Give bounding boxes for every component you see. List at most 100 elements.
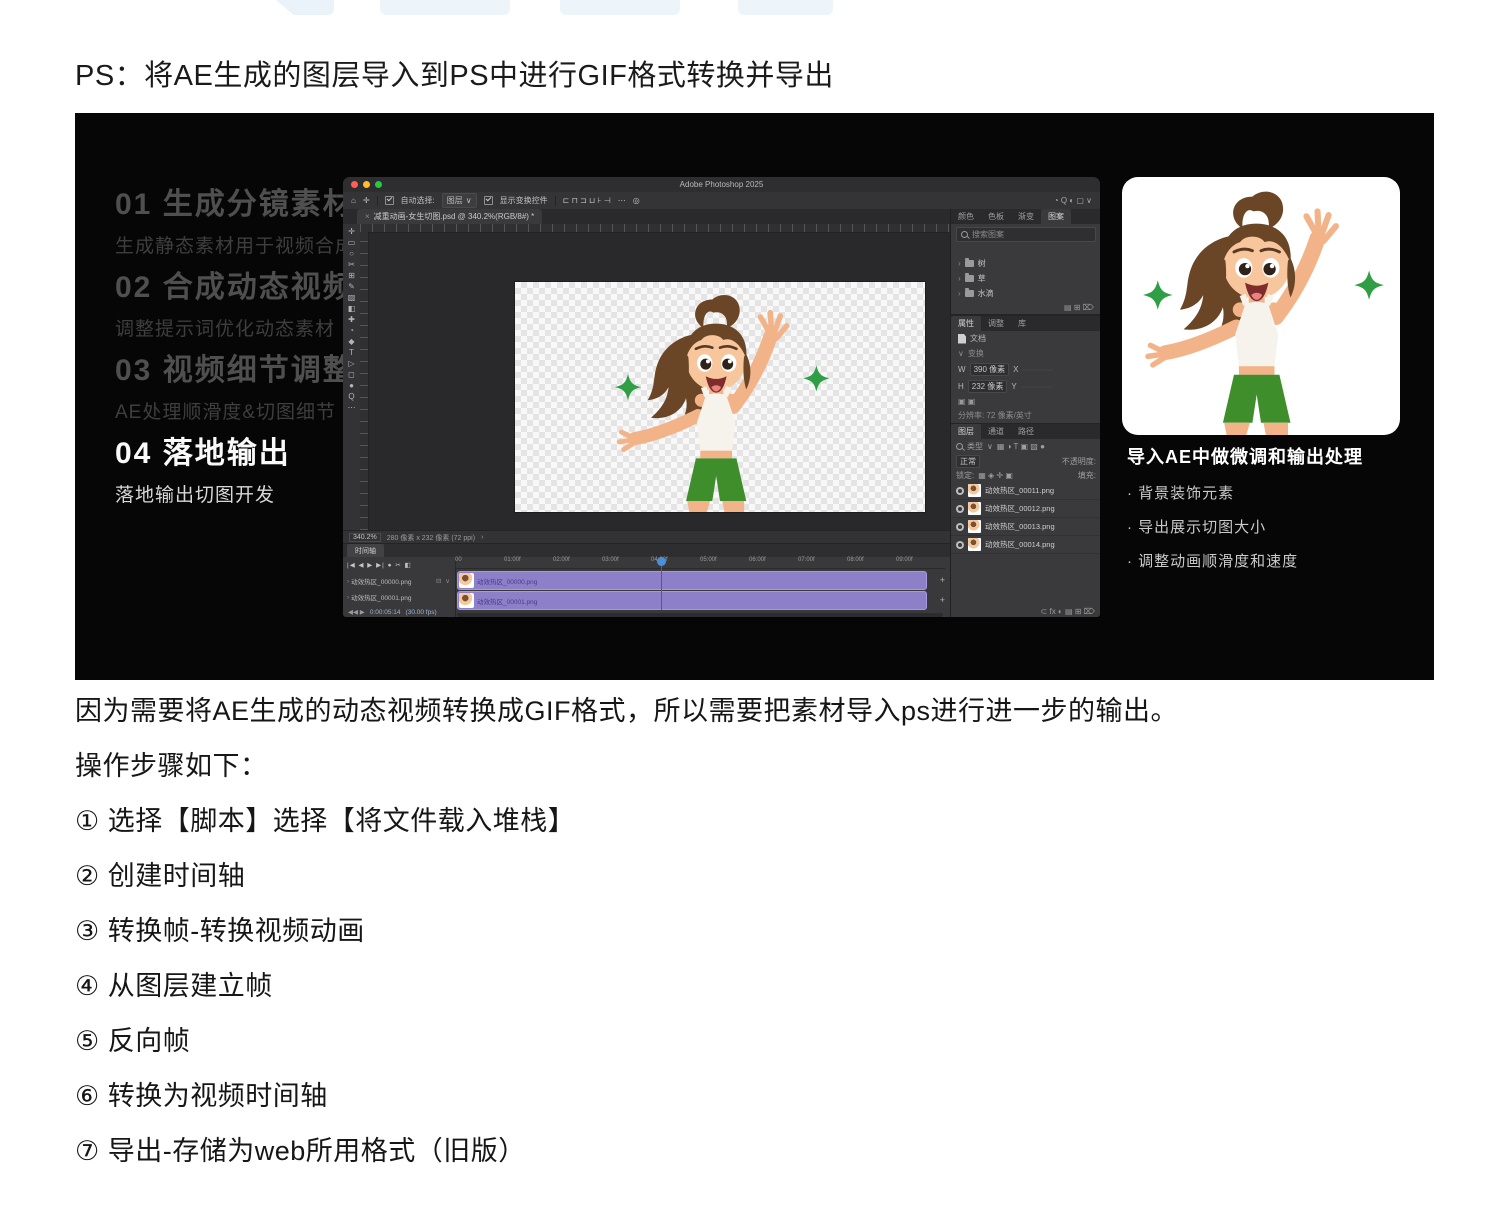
article-step: ⑥ 转换为视频时间轴 xyxy=(75,1077,1465,1116)
tool-icon[interactable]: ◧ xyxy=(348,304,356,314)
pattern-panel-footer-icons[interactable]: ▤ ⊞ ⌦ xyxy=(951,301,1100,315)
auto-select-checkbox[interactable] xyxy=(385,196,394,205)
tool-icon[interactable]: ◆ xyxy=(348,337,354,347)
transport-icons[interactable]: ◀◀ ▶ xyxy=(348,608,365,616)
window-titlebar[interactable]: Adobe Photoshop 2025 xyxy=(343,177,1100,193)
tab-color[interactable]: 颜色 xyxy=(951,209,981,224)
timecode: 0:00:05:14 xyxy=(370,609,401,616)
tool-icon[interactable]: ⋯ xyxy=(348,403,356,413)
chevron-down-icon: ∨ xyxy=(466,196,472,205)
tool-icon[interactable]: ○ xyxy=(349,249,354,259)
lock-icons[interactable]: ▦ ◈ ✛ ▣ xyxy=(978,471,1013,480)
visibility-eye-icon[interactable] xyxy=(956,487,964,495)
layer-row[interactable]: 动效热区_00013.png xyxy=(951,518,1100,536)
tool-icon[interactable]: ● xyxy=(349,381,354,391)
blend-mode-dropdown[interactable]: 正常 xyxy=(956,455,980,468)
playhead[interactable] xyxy=(661,557,662,610)
ruler-tick: 08:00f xyxy=(847,557,896,568)
track-options-icon[interactable] xyxy=(436,577,451,585)
tab-libraries[interactable]: 库 xyxy=(1011,316,1033,331)
visibility-eye-icon[interactable] xyxy=(956,541,964,549)
tool-icon[interactable]: ▭ xyxy=(348,238,356,248)
options-right-icons[interactable]: ◔ Q ◐ ▢ ∨ xyxy=(1054,196,1092,205)
move-tool-icon[interactable]: ✛ xyxy=(363,196,370,205)
properties-panel: 属性 调整 库 文档 ∨变换 W 390 像素 X H 232 像素 xyxy=(951,315,1100,423)
tool-icon[interactable]: ⊞ xyxy=(348,271,355,281)
pattern-group-row[interactable]: 草 xyxy=(951,271,1100,286)
tool-options-bar: ⌂ ✛ 自动选择: 图层∨ 显示变换控件 ⊏ ⊓ ⊐ ⊔ ⊦ ⊣ ⋯ ◎ ◔ Q… xyxy=(343,192,1100,210)
pattern-group-row[interactable]: 水滴 xyxy=(951,286,1100,301)
visibility-eye-icon[interactable] xyxy=(956,523,964,531)
tool-icon[interactable]: ◻ xyxy=(348,370,355,380)
auto-select-label: 自动选择: xyxy=(401,195,435,206)
cropped-toolbar-remnant xyxy=(560,0,680,15)
disclosure-icon[interactable] xyxy=(958,259,961,268)
ellipsis-icon[interactable]: ⋯ xyxy=(618,196,626,205)
document-tab[interactable]: × 减重动画-女生切图.psd @ 340.2%(RGB/8#) * xyxy=(357,209,542,224)
timeline-ruler[interactable]: 0001:00f02:00f03:00f04:00f05:00f06:00f07… xyxy=(455,557,945,569)
chevron-down-icon[interactable]: ∨ xyxy=(987,442,993,451)
tab-channels[interactable]: 通道 xyxy=(981,424,1011,439)
ruler-tick: 09:00f xyxy=(896,557,945,568)
close-tab-icon[interactable]: × xyxy=(365,212,370,221)
tool-icon[interactable]: T xyxy=(349,348,354,358)
timeline-clip[interactable]: 动效热区_00000.png xyxy=(457,571,927,590)
link-icon[interactable]: ▣ ▣ xyxy=(958,397,975,406)
layer-thumbnail xyxy=(968,502,981,515)
tab-paths[interactable]: 路径 xyxy=(1011,424,1041,439)
add-media-icon[interactable]: + xyxy=(940,595,945,605)
playback-controls[interactable]: |◀ ◀ ▶ ▶| ● ✂ ◧ xyxy=(343,557,455,573)
timeline-tab[interactable]: 时间轴 xyxy=(347,544,384,557)
tool-icon[interactable]: Q xyxy=(348,392,354,402)
tab-swatches[interactable]: 色板 xyxy=(981,209,1011,224)
tool-icon[interactable]: ▷ xyxy=(348,359,354,369)
step-subtitle: AE处理顺滑度&切图细节 xyxy=(115,397,355,424)
chevron-down-icon[interactable]: ∨ xyxy=(958,349,964,358)
layer-row[interactable]: 动效热区_00014.png xyxy=(951,536,1100,554)
home-icon[interactable]: ⌂ xyxy=(351,196,356,205)
zoom-level[interactable]: 340.2% xyxy=(349,533,381,542)
tab-adjustments[interactable]: 调整 xyxy=(981,316,1011,331)
doc-dimensions: 280 像素 x 232 像素 (72 ppi) xyxy=(387,533,475,543)
track-label-row[interactable]: 动效热区_00001.png xyxy=(343,589,455,605)
document-icon xyxy=(958,334,966,344)
width-value[interactable]: 390 像素 xyxy=(970,363,1010,376)
timeline-clip[interactable]: 动效热区_00001.png xyxy=(457,591,927,610)
layer-filter-icons[interactable]: ▦ ◑ T ▣ ▨ ● xyxy=(997,442,1045,451)
show-transform-checkbox[interactable] xyxy=(484,196,493,205)
timeline-scrollbar[interactable] xyxy=(457,613,943,617)
auto-select-dropdown[interactable]: 图层∨ xyxy=(442,193,477,208)
tool-icon[interactable]: ✚ xyxy=(348,315,355,325)
layer-row[interactable]: 动效热区_00011.png xyxy=(951,482,1100,500)
disclosure-icon[interactable] xyxy=(958,274,961,283)
tab-layers[interactable]: 图层 xyxy=(951,424,981,439)
pattern-group-row[interactable]: 树 xyxy=(951,256,1100,271)
layer-row[interactable]: 动效热区_00012.png xyxy=(951,500,1100,518)
tab-patterns[interactable]: 图案 xyxy=(1041,209,1071,224)
tool-icon[interactable]: ◔ xyxy=(349,326,354,336)
pattern-search-input[interactable]: 搜索图案 xyxy=(956,227,1096,242)
tab-properties[interactable]: 属性 xyxy=(951,316,981,331)
canvas-area: ✛▭○✂⊞✎▨◧✚◔◆T▷◻●Q⋯ xyxy=(343,224,950,530)
height-value[interactable]: 232 像素 xyxy=(968,380,1008,393)
layers-panel-footer-icons[interactable]: ⊂ fx ◐ ▤ ⊞ ⌦ xyxy=(951,605,1100,617)
document-tab-bar: × 减重动画-女生切图.psd @ 340.2%(RGB/8#) * xyxy=(343,209,950,225)
x-value[interactable] xyxy=(1022,369,1054,371)
disclosure-icon[interactable] xyxy=(958,289,961,298)
visibility-eye-icon[interactable] xyxy=(956,505,964,513)
track-label-row[interactable]: 动效热区_00000.png xyxy=(343,573,455,589)
step-title: 合成动态视频 xyxy=(163,271,355,304)
tool-icon[interactable]: ✛ xyxy=(348,227,355,237)
snap-icon[interactable]: ◎ xyxy=(633,196,640,205)
disclosure-icon[interactable] xyxy=(347,578,349,585)
tool-icon[interactable]: ▨ xyxy=(348,293,356,303)
status-chevron-icon[interactable]: › xyxy=(481,534,483,541)
align-icons[interactable]: ⊏ ⊓ ⊐ ⊔ ⊦ ⊣ xyxy=(563,196,611,205)
y-value[interactable] xyxy=(1021,386,1053,388)
add-media-icon[interactable]: + xyxy=(940,575,945,585)
disclosure-icon[interactable] xyxy=(347,594,349,601)
timeline-track-headers: |◀ ◀ ▶ ▶| ● ✂ ◧ 动效热区_00000.png 动效热区_0000… xyxy=(343,557,456,617)
tab-gradients[interactable]: 渐变 xyxy=(1011,209,1041,224)
tool-icon[interactable]: ✂ xyxy=(348,260,355,270)
tool-icon[interactable]: ✎ xyxy=(348,282,355,292)
